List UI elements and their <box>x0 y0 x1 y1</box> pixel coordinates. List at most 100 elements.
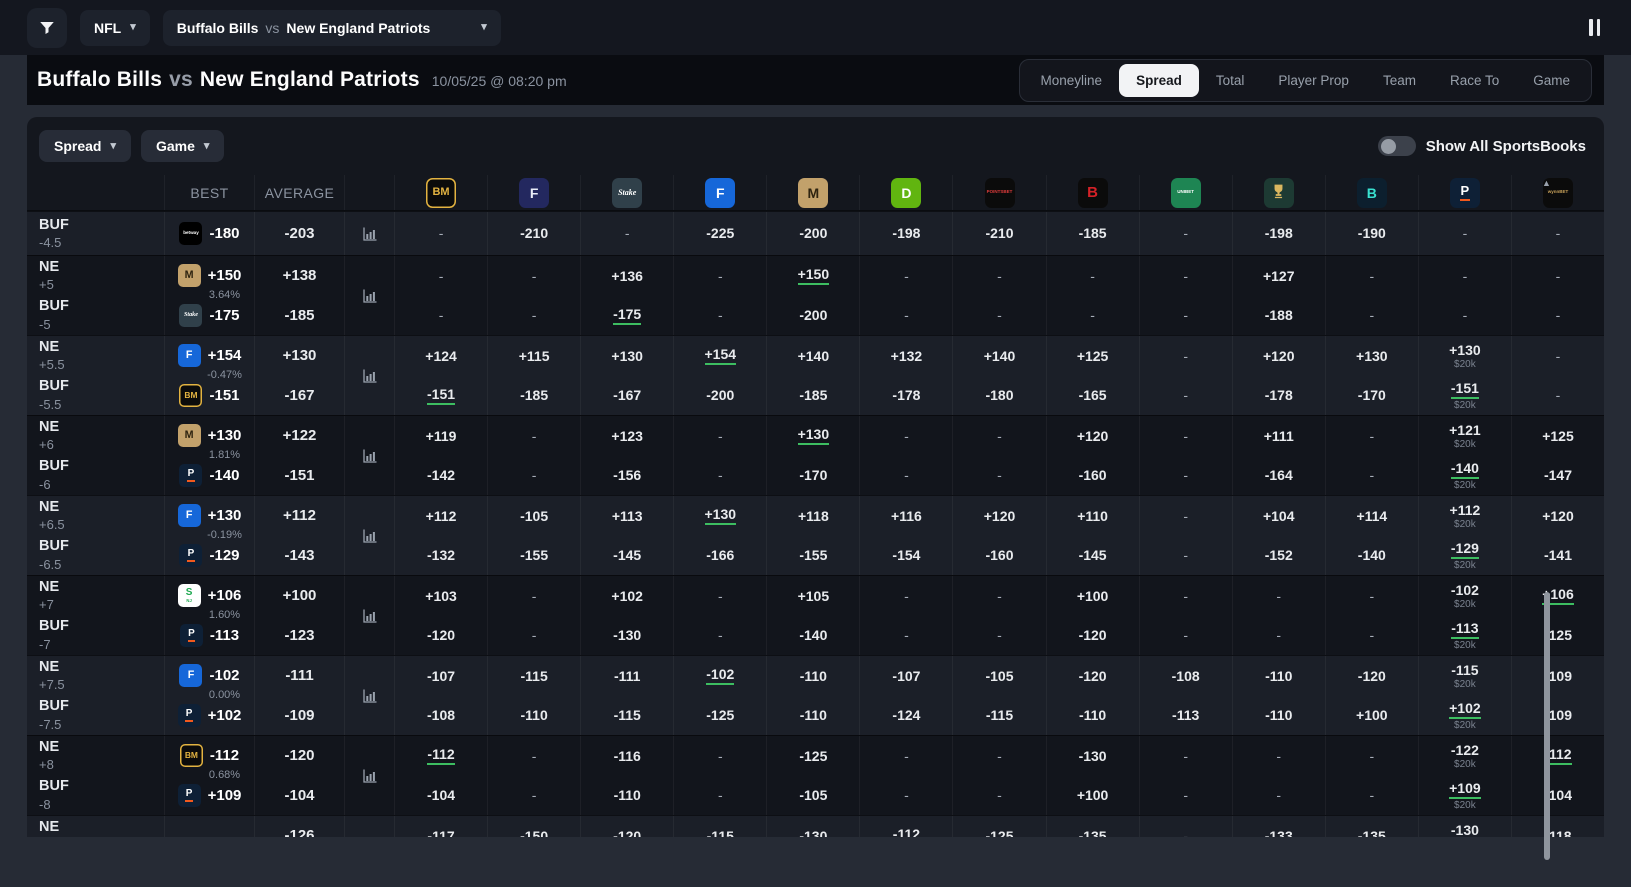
best-odds-cell[interactable]: M +150 3.64% Stake -175 <box>165 256 255 335</box>
odds-cell-fliff[interactable]: -- <box>488 256 582 335</box>
odds-cell-betr[interactable]: -- <box>1326 416 1419 495</box>
history-chart-button[interactable] <box>345 816 394 837</box>
odds-cell-draftkings[interactable]: -- <box>860 576 954 655</box>
odds-cell-pinnacle[interactable]: -122 $20k +109 $20k <box>1419 736 1512 815</box>
odds-cell-ballybet[interactable]: -135 <box>1047 816 1140 837</box>
odds-cell-betr[interactable]: +114 -140 <box>1326 496 1419 575</box>
history-chart-button[interactable] <box>345 576 394 655</box>
odds-cell-caesars[interactable]: +127 -188 <box>1233 256 1326 335</box>
history-chart-button[interactable] <box>345 336 394 415</box>
odds-cell-unibet[interactable]: -- <box>1140 336 1233 415</box>
odds-cell-stake[interactable]: -120 <box>581 816 675 837</box>
odds-cell-wynnbet[interactable]: +106 -125 <box>1512 576 1604 655</box>
best-odds-line[interactable]: betway -180 <box>179 222 240 245</box>
odds-cell-unibet[interactable]: -- <box>1140 496 1233 575</box>
best-odds-line[interactable]: S NJ +106 <box>177 584 241 607</box>
pause-icon[interactable] <box>1585 15 1604 40</box>
odds-cell-betr[interactable]: -- <box>1326 256 1419 335</box>
odds-cell-fanduel[interactable]: -- <box>674 576 768 655</box>
best-odds-line[interactable]: M +130 <box>177 424 241 447</box>
history-chart-button[interactable] <box>345 256 394 335</box>
odds-cell-fliff[interactable]: +115 -185 <box>488 336 582 415</box>
tab-game[interactable]: Game <box>1516 64 1587 97</box>
odds-cell-fanduel[interactable]: +154 -200 <box>674 336 768 415</box>
odds-cell-caesars[interactable]: +104 -152 <box>1233 496 1326 575</box>
odds-cell-fanduel[interactable]: -- <box>674 256 768 335</box>
odds-cell-pinnacle[interactable]: +121 $20k -140 $20k <box>1419 416 1512 495</box>
odds-cell-bookmaker[interactable]: -117 <box>395 816 489 837</box>
odds-cell-betr[interactable]: -135 <box>1326 816 1419 837</box>
odds-cell-stake[interactable]: +102 -130 <box>581 576 675 655</box>
odds-cell-betr[interactable]: +130 -170 <box>1326 336 1419 415</box>
odds-cell-fliff[interactable]: -210 <box>488 212 582 255</box>
history-chart-button[interactable] <box>345 656 394 735</box>
best-odds-cell[interactable]: D-112-0.44% <box>165 816 255 837</box>
odds-cell-bookmaker[interactable]: -107 -108 <box>395 656 489 735</box>
odds-cell-bookmaker[interactable]: +103 -120 <box>395 576 489 655</box>
odds-cell-pointsbet[interactable]: -- <box>953 256 1047 335</box>
best-odds-line[interactable]: P +109 <box>177 784 241 807</box>
column-sportsbook-betmgm[interactable]: M <box>767 175 861 210</box>
odds-cell-wynnbet[interactable]: +120 -141 <box>1512 496 1604 575</box>
odds-cell-wynnbet[interactable]: -112 -104 <box>1512 736 1604 815</box>
show-all-sportsbooks-toggle[interactable] <box>1377 136 1416 156</box>
column-sportsbook-unibet[interactable]: UNIBET <box>1140 175 1233 210</box>
tab-total[interactable]: Total <box>1199 64 1262 97</box>
history-chart-button[interactable] <box>345 212 394 255</box>
odds-cell-fanduel[interactable]: -102 -125 <box>674 656 768 735</box>
odds-cell-betr[interactable]: -- <box>1326 576 1419 655</box>
tab-team[interactable]: Team <box>1366 64 1433 97</box>
odds-cell-stake[interactable]: +113 -145 <box>581 496 675 575</box>
column-sportsbook-fliff[interactable]: F <box>488 175 582 210</box>
odds-cell-wynnbet[interactable]: -- <box>1512 256 1604 335</box>
odds-cell-stake[interactable]: +136 -175 <box>581 256 675 335</box>
odds-cell-pointsbet[interactable]: -- <box>953 416 1047 495</box>
best-odds-cell[interactable]: F -102 0.00% P +102 <box>165 656 255 735</box>
odds-cell-pinnacle[interactable]: -130$20k <box>1419 816 1512 837</box>
odds-cell-pinnacle[interactable]: - <box>1419 212 1512 255</box>
odds-cell-caesars[interactable]: +111 -164 <box>1233 416 1326 495</box>
best-odds-line[interactable]: P -129 <box>179 544 240 567</box>
league-dropdown[interactable]: NFL ▾ <box>80 9 150 46</box>
odds-cell-betmgm[interactable]: +105 -140 <box>767 576 861 655</box>
tab-race-to[interactable]: Race To <box>1433 64 1516 97</box>
odds-cell-pinnacle[interactable]: -115 $20k +102 $20k <box>1419 656 1512 735</box>
best-odds-line[interactable]: F -102 <box>179 664 240 687</box>
odds-cell-pointsbet[interactable]: -- <box>953 576 1047 655</box>
odds-cell-stake[interactable]: +130 -167 <box>581 336 675 415</box>
odds-cell-pinnacle[interactable]: +130 $20k -151 $20k <box>1419 336 1512 415</box>
odds-cell-pointsbet[interactable]: -125 <box>953 816 1047 837</box>
odds-cell-draftkings[interactable]: -- <box>860 736 954 815</box>
odds-cell-pinnacle[interactable]: -102 $20k -113 $20k <box>1419 576 1512 655</box>
best-odds-cell[interactable]: S NJ +106 1.60% P -113 <box>165 576 255 655</box>
odds-cell-fanduel[interactable]: -225 <box>674 212 768 255</box>
history-chart-button[interactable] <box>345 496 394 575</box>
odds-cell-betmgm[interactable]: +130 -170 <box>767 416 861 495</box>
odds-cell-fanduel[interactable]: -- <box>674 736 768 815</box>
odds-cell-stake[interactable]: - <box>581 212 675 255</box>
odds-cell-ballybet[interactable]: -120 -110 <box>1047 656 1140 735</box>
odds-cell-fanduel[interactable]: -- <box>674 416 768 495</box>
odds-cell-fliff[interactable]: -- <box>488 416 582 495</box>
odds-cell-wynnbet[interactable]: -118 <box>1512 816 1604 837</box>
best-odds-line[interactable]: P -113 <box>179 624 239 647</box>
column-sportsbook-stake[interactable]: Stake <box>581 175 675 210</box>
odds-cell-wynnbet[interactable]: +125 -147 <box>1512 416 1604 495</box>
odds-cell-betr[interactable]: -- <box>1326 736 1419 815</box>
odds-cell-ballybet[interactable]: +125 -165 <box>1047 336 1140 415</box>
tab-spread[interactable]: Spread <box>1119 63 1199 97</box>
odds-cell-bookmaker[interactable]: +124 -151 <box>395 336 489 415</box>
odds-cell-ballybet[interactable]: +120 -160 <box>1047 416 1140 495</box>
odds-cell-bookmaker[interactable]: - <box>395 212 489 255</box>
odds-cell-caesars[interactable]: -- <box>1233 576 1326 655</box>
odds-cell-betr[interactable]: -190 <box>1326 212 1419 255</box>
odds-cell-ballybet[interactable]: +110 -145 <box>1047 496 1140 575</box>
odds-cell-draftkings[interactable]: -- <box>860 416 954 495</box>
odds-cell-caesars[interactable]: -198 <box>1233 212 1326 255</box>
best-odds-line[interactable]: Stake -175 <box>179 304 240 327</box>
scroll-up-icon[interactable]: ▲ <box>1542 178 1551 188</box>
odds-cell-pointsbet[interactable]: -- <box>953 736 1047 815</box>
odds-cell-betmgm[interactable]: +140 -185 <box>767 336 861 415</box>
odds-cell-bookmaker[interactable]: +112 -132 <box>395 496 489 575</box>
odds-cell-bookmaker[interactable]: +119 -142 <box>395 416 489 495</box>
